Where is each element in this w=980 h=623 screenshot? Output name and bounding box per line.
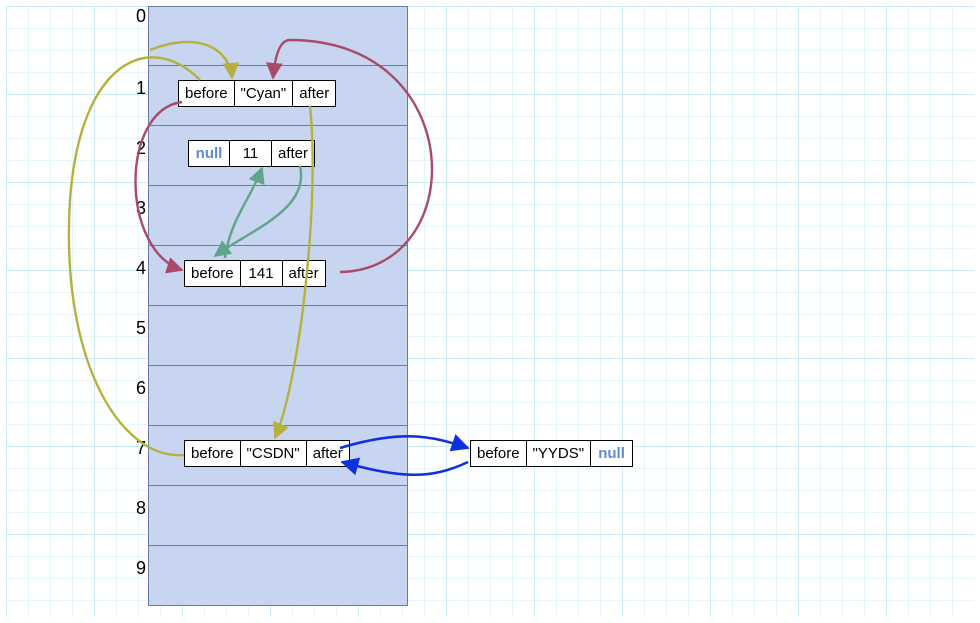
slot-5 — [148, 306, 408, 366]
node-cyan-value: "Cyan" — [235, 80, 294, 107]
slot-6 — [148, 366, 408, 426]
node-csdn-after: after — [307, 440, 350, 467]
node-yyds: before "YYDS" null — [470, 440, 633, 467]
node-yyds-after: null — [591, 440, 633, 467]
index-9: 9 — [116, 558, 146, 579]
node-cyan-after: after — [293, 80, 336, 107]
node-11: null 11 after — [188, 140, 315, 167]
index-8: 8 — [116, 498, 146, 519]
index-0: 0 — [116, 6, 146, 27]
slot-3 — [148, 186, 408, 246]
node-11-value: 11 — [230, 140, 272, 167]
index-3: 3 — [116, 198, 146, 219]
slot-0 — [148, 6, 408, 66]
node-141-value: 141 — [241, 260, 283, 287]
node-csdn-value: "CSDN" — [241, 440, 307, 467]
slot-9 — [148, 546, 408, 606]
node-141: before 141 after — [184, 260, 326, 287]
node-141-before: before — [184, 260, 241, 287]
node-yyds-before: before — [470, 440, 527, 467]
node-141-after: after — [283, 260, 326, 287]
node-cyan: before "Cyan" after — [178, 80, 336, 107]
index-7: 7 — [116, 438, 146, 459]
node-yyds-value: "YYDS" — [527, 440, 592, 467]
node-11-before: null — [188, 140, 230, 167]
index-6: 6 — [116, 378, 146, 399]
index-4: 4 — [116, 258, 146, 279]
node-11-after: after — [272, 140, 315, 167]
index-2: 2 — [116, 138, 146, 159]
index-5: 5 — [116, 318, 146, 339]
node-cyan-before: before — [178, 80, 235, 107]
node-csdn: before "CSDN" after — [184, 440, 350, 467]
node-csdn-before: before — [184, 440, 241, 467]
slot-8 — [148, 486, 408, 546]
index-1: 1 — [116, 78, 146, 99]
